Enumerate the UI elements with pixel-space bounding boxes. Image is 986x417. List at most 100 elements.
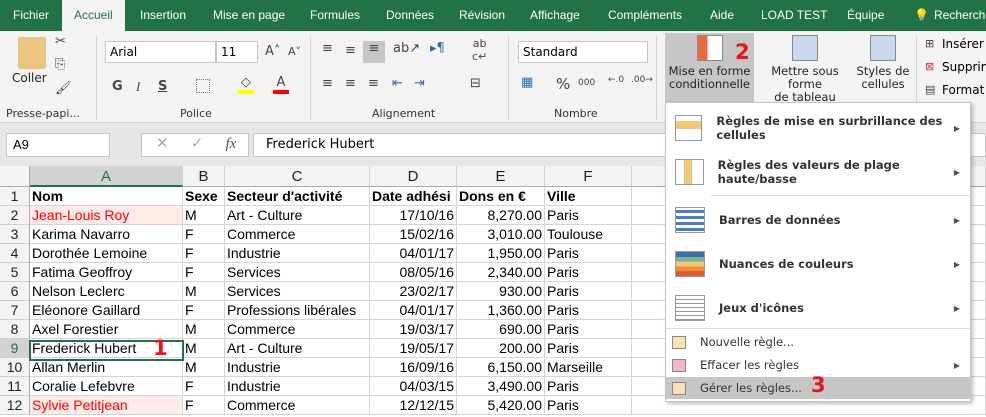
cell[interactable]: Marseille: [545, 358, 632, 377]
italic-button[interactable]: I: [136, 79, 140, 95]
cell[interactable]: 3,010.00: [457, 225, 545, 244]
fill-color-icon[interactable]: ◇: [238, 75, 254, 94]
align-top-icon[interactable]: ≡: [322, 41, 333, 56]
cell[interactable]: Jean-Louis Roy: [30, 206, 183, 225]
cell[interactable]: Sylvie Petitjean: [30, 396, 183, 415]
align-center-icon[interactable]: ≡: [345, 76, 356, 91]
wrap-text-icon[interactable]: ab c↵: [472, 37, 487, 63]
font-color-button[interactable]: A: [273, 75, 289, 94]
cut-icon[interactable]: ✂: [55, 34, 66, 49]
cell[interactable]: Commerce: [225, 225, 370, 244]
cell[interactable]: 12/12/15: [370, 396, 457, 415]
cell[interactable]: Industrie: [225, 377, 370, 396]
cell[interactable]: F: [183, 396, 225, 415]
cell[interactable]: Paris: [545, 282, 632, 301]
increase-decimal-icon[interactable]: ←.0: [608, 75, 624, 85]
cell[interactable]: Paris: [545, 396, 632, 415]
align-bottom-icon[interactable]: ≡: [363, 41, 385, 63]
cell[interactable]: 1,950.00: [457, 244, 545, 263]
cell[interactable]: F: [183, 263, 225, 282]
cell[interactable]: Paris: [545, 377, 632, 396]
delete-cells-button[interactable]: Supprim: [942, 60, 986, 74]
cell[interactable]: M: [183, 282, 225, 301]
grow-font-icon[interactable]: A˄: [265, 44, 280, 59]
row-header[interactable]: 1: [0, 187, 30, 206]
row-header[interactable]: 10: [0, 358, 30, 377]
text-direction-icon[interactable]: ▸¶: [430, 41, 445, 56]
cell[interactable]: Paris: [545, 320, 632, 339]
row-header[interactable]: 7: [0, 301, 30, 320]
cell[interactable]: Industrie: [225, 358, 370, 377]
cell[interactable]: Industrie: [225, 244, 370, 263]
tab-12[interactable]: Recherch: [932, 0, 986, 31]
bold-button[interactable]: G: [112, 79, 123, 94]
cell[interactable]: Services: [225, 282, 370, 301]
row-header[interactable]: 4: [0, 244, 30, 263]
menu-item-small-0[interactable]: Nouvelle règle...: [666, 331, 970, 353]
cell[interactable]: 04/03/15: [370, 377, 457, 396]
paste-button[interactable]: Coller: [12, 71, 47, 85]
cell[interactable]: Commerce: [225, 320, 370, 339]
cell[interactable]: Ville: [545, 187, 632, 206]
decrease-decimal-icon[interactable]: .00→: [631, 75, 653, 85]
tab-0[interactable]: Fichier: [11, 0, 51, 31]
cell[interactable]: Commerce: [225, 396, 370, 415]
cell-styles-button[interactable]: Styles de cellules: [855, 33, 911, 103]
cell[interactable]: Professions libérales: [225, 301, 370, 320]
borders-icon[interactable]: [196, 79, 210, 93]
cell[interactable]: Fatima Geoffroy: [30, 263, 183, 282]
cell[interactable]: F: [183, 377, 225, 396]
cell[interactable]: 04/01/17: [370, 244, 457, 263]
tab-1[interactable]: Accueil: [62, 0, 125, 31]
row-header[interactable]: 8: [0, 320, 30, 339]
cell[interactable]: 23/02/17: [370, 282, 457, 301]
row-header[interactable]: 11: [0, 377, 30, 396]
cell[interactable]: Karima Navarro: [30, 225, 183, 244]
function-icon[interactable]: fx: [226, 136, 237, 152]
menu-item-2[interactable]: Barres de données ▶: [666, 198, 970, 242]
lightbulb-icon[interactable]: 💡: [912, 0, 931, 31]
cell[interactable]: Nom: [30, 187, 183, 206]
cell[interactable]: 200.00: [457, 339, 545, 358]
enter-icon[interactable]: ✓: [191, 135, 204, 152]
cell[interactable]: 08/05/16: [370, 263, 457, 282]
row-header[interactable]: 9: [0, 339, 30, 358]
cell[interactable]: Services: [225, 263, 370, 282]
row-header[interactable]: 3: [0, 225, 30, 244]
column-header-B[interactable]: B: [183, 166, 225, 187]
font-size-select[interactable]: 11: [216, 41, 258, 63]
format-as-table-button[interactable]: Mettre sous forme de tableau: [756, 33, 854, 104]
merge-center-icon[interactable]: ⊟: [470, 76, 481, 91]
increase-indent-icon[interactable]: ⇥: [414, 76, 425, 91]
tab-7[interactable]: Affichage: [528, 0, 582, 31]
align-middle-icon[interactable]: ≡: [345, 43, 356, 58]
cell[interactable]: 1,360.00: [457, 301, 545, 320]
cell[interactable]: F: [183, 244, 225, 263]
cell[interactable]: Toulouse: [545, 225, 632, 244]
cell[interactable]: Date adhési: [370, 187, 457, 206]
cell[interactable]: F: [183, 301, 225, 320]
cell[interactable]: 6,150.00: [457, 358, 545, 377]
cell[interactable]: Secteur d'activité: [225, 187, 370, 206]
cell[interactable]: Dons en €: [457, 187, 545, 206]
row-header[interactable]: 6: [0, 282, 30, 301]
menu-item-0[interactable]: Règles de mise en surbrillance des cellu…: [666, 106, 970, 150]
row-header[interactable]: 5: [0, 263, 30, 282]
percent-button[interactable]: %: [556, 75, 570, 93]
column-header-D[interactable]: D: [370, 166, 457, 187]
font-name-select[interactable]: Arial: [105, 41, 216, 63]
tab-9[interactable]: Aide: [708, 0, 736, 31]
cell[interactable]: Paris: [545, 206, 632, 225]
row-header[interactable]: 2: [0, 206, 30, 225]
cell[interactable]: 04/01/17: [370, 301, 457, 320]
menu-item-1[interactable]: Règles des valeurs de plage haute/basse ▶: [666, 150, 970, 194]
cell[interactable]: Paris: [545, 244, 632, 263]
cell[interactable]: 930.00: [457, 282, 545, 301]
cell[interactable]: M: [183, 320, 225, 339]
cell[interactable]: 19/03/17: [370, 320, 457, 339]
shrink-font-icon[interactable]: A˅: [288, 45, 301, 58]
tab-4[interactable]: Formules: [308, 0, 362, 31]
tab-5[interactable]: Données: [384, 0, 436, 31]
format-painter-icon[interactable]: 🖌: [55, 81, 72, 96]
row-header[interactable]: 12: [0, 396, 30, 415]
